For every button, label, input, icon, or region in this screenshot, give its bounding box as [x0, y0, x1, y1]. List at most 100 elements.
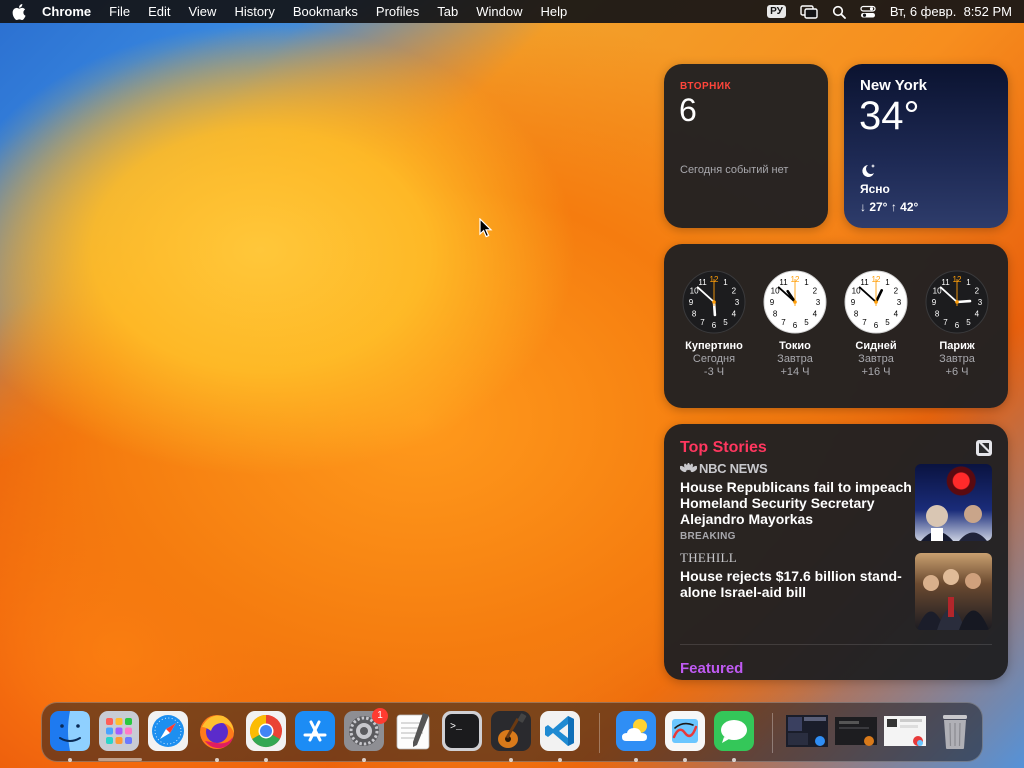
- running-indicator: [558, 758, 562, 762]
- input-source-indicator[interactable]: РУ: [767, 5, 786, 18]
- world-clock-widget[interactable]: 1 2 3 4 5 6 7 8 9 10 11 12 Купертино Сегодня -3 Ч 1…: [664, 244, 1008, 408]
- safari-icon[interactable]: [148, 711, 188, 751]
- news-headline-1[interactable]: House Republicans fail to impeach Homela…: [680, 479, 912, 527]
- apple-menu-icon[interactable]: [12, 3, 28, 20]
- svg-text:4: 4: [732, 310, 737, 319]
- clock-face-icon: 1234567891011 12: [844, 270, 908, 334]
- clock-face-icon: 1234567891011 12: [763, 270, 827, 334]
- mouse-cursor-icon: [479, 217, 493, 243]
- clock-city: Токио: [779, 340, 811, 352]
- clock-offset: +16 Ч: [861, 366, 891, 378]
- spotlight-search-icon[interactable]: [832, 5, 846, 19]
- news-source-hill: THEHILL: [680, 550, 737, 565]
- menu-edit[interactable]: Edit: [148, 4, 170, 19]
- svg-text:5: 5: [804, 318, 809, 327]
- chrome-icon[interactable]: [246, 711, 286, 751]
- weather-low-high: ↓ 27° ↑ 42°: [860, 200, 919, 214]
- menu-bookmarks[interactable]: Bookmarks: [293, 4, 358, 19]
- running-indicator: [509, 758, 513, 762]
- app-store-icon[interactable]: [295, 711, 335, 751]
- svg-text:9: 9: [851, 298, 856, 307]
- vscode-icon[interactable]: [540, 711, 580, 751]
- running-indicator: [732, 758, 736, 762]
- clock-city: Купертино: [685, 340, 743, 352]
- menu-view[interactable]: View: [188, 4, 216, 19]
- clock-day: Сегодня: [692, 353, 736, 365]
- menu-help[interactable]: Help: [541, 4, 568, 19]
- news-thumbnail-2[interactable]: [915, 553, 992, 630]
- menu-profiles[interactable]: Profiles: [376, 4, 419, 19]
- svg-text:11: 11: [860, 278, 869, 287]
- system-settings-icon[interactable]: 1: [344, 708, 388, 751]
- news-logo-icon: [976, 440, 992, 461]
- calendar-weekday: ВТОРНИК: [680, 81, 732, 92]
- menu-history[interactable]: History: [234, 4, 274, 19]
- control-center-icon[interactable]: [860, 5, 876, 19]
- svg-text:7: 7: [862, 318, 867, 327]
- calendar-no-events: Сегодня событий нет: [680, 164, 789, 176]
- news-divider: [680, 644, 992, 645]
- menu-file[interactable]: File: [109, 4, 130, 19]
- moon-icon: [860, 163, 878, 184]
- svg-text:4: 4: [975, 310, 980, 319]
- minimized-window-thumbnail[interactable]: [835, 711, 877, 751]
- svg-text:5: 5: [885, 318, 890, 327]
- firefox-icon[interactable]: [197, 711, 237, 751]
- screen-mirroring-icon[interactable]: [800, 4, 818, 19]
- running-indicator: [215, 758, 219, 762]
- minimized-window-thumbnail[interactable]: [884, 711, 926, 751]
- clock-day: Завтра: [939, 353, 975, 365]
- svg-text:11: 11: [941, 278, 950, 287]
- news-title: Top Stories: [680, 439, 767, 456]
- menu-clock[interactable]: Вт, 6 февр. 8:52 PM: [890, 4, 1012, 19]
- minimized-window-thumbnail[interactable]: [786, 711, 828, 751]
- svg-text:7: 7: [700, 318, 705, 327]
- svg-text:6: 6: [874, 321, 879, 330]
- world-clock-cupertino: 1 2 3 4 5 6 7 8 9 10 11 12 Купертино Сегодня -3 Ч: [674, 270, 754, 378]
- news-tag-breaking: BREAKING: [680, 531, 736, 542]
- launchpad-icon[interactable]: [99, 711, 139, 751]
- weather-widget[interactable]: New York 34° Ясно ↓ 27° ↑ 42°: [844, 64, 1008, 228]
- running-indicator: [683, 758, 687, 762]
- svg-text:5: 5: [966, 318, 971, 327]
- svg-text:8: 8: [854, 310, 859, 319]
- news-widget[interactable]: Top Stories NBC NEWS House Republicans f…: [664, 424, 1008, 680]
- svg-text:1: 1: [804, 278, 809, 287]
- textedit-icon[interactable]: [393, 711, 433, 751]
- world-clock-sydney: 1 2 3 4 5 6 7 8 9 10 11 12 Сидней Завтра +16 Ч: [836, 270, 916, 378]
- messages-icon[interactable]: [714, 711, 754, 751]
- svg-text:7: 7: [781, 318, 786, 327]
- svg-text:9: 9: [689, 298, 694, 307]
- svg-text:9: 9: [932, 298, 937, 307]
- clock-city: Сидней: [855, 340, 897, 352]
- svg-text:5: 5: [723, 318, 728, 327]
- svg-text:2: 2: [975, 287, 980, 296]
- svg-text:6: 6: [712, 321, 717, 330]
- clock-day: Завтра: [777, 353, 813, 365]
- weather-city: New York: [860, 77, 927, 94]
- garageband-icon[interactable]: [491, 711, 531, 751]
- terminal-icon[interactable]: >_: [442, 711, 482, 751]
- news-thumbnail-1[interactable]: [915, 464, 992, 541]
- clock-face-icon: 1234567891011 12: [925, 270, 989, 334]
- freeform-icon[interactable]: [665, 711, 705, 751]
- running-indicator: [68, 758, 72, 762]
- menu-window[interactable]: Window: [476, 4, 522, 19]
- clock-day: Завтра: [858, 353, 894, 365]
- finder-icon[interactable]: [50, 711, 90, 751]
- news-headline-2[interactable]: House rejects $17.6 billion stand-alone …: [680, 568, 912, 600]
- trash-icon[interactable]: [935, 711, 975, 751]
- weather-app-icon[interactable]: [616, 711, 656, 751]
- peacock-icon: [680, 463, 697, 473]
- world-clock-tokyo: 1 2 3 4 5 6 7 8 9 10 11 12 Токио Завтра +14 Ч: [755, 270, 835, 378]
- svg-text:2: 2: [732, 287, 737, 296]
- svg-text:4: 4: [813, 310, 818, 319]
- svg-text:8: 8: [773, 310, 778, 319]
- menu-app-name[interactable]: Chrome: [42, 4, 91, 19]
- news-source-label: NBC NEWS: [699, 461, 768, 476]
- svg-text:3: 3: [735, 298, 740, 307]
- calendar-widget[interactable]: ВТОРНИК 6 Сегодня событий нет: [664, 64, 828, 228]
- svg-text:4: 4: [894, 310, 899, 319]
- menu-tab[interactable]: Tab: [437, 4, 458, 19]
- news-source-nbc: NBC NEWS: [680, 461, 768, 476]
